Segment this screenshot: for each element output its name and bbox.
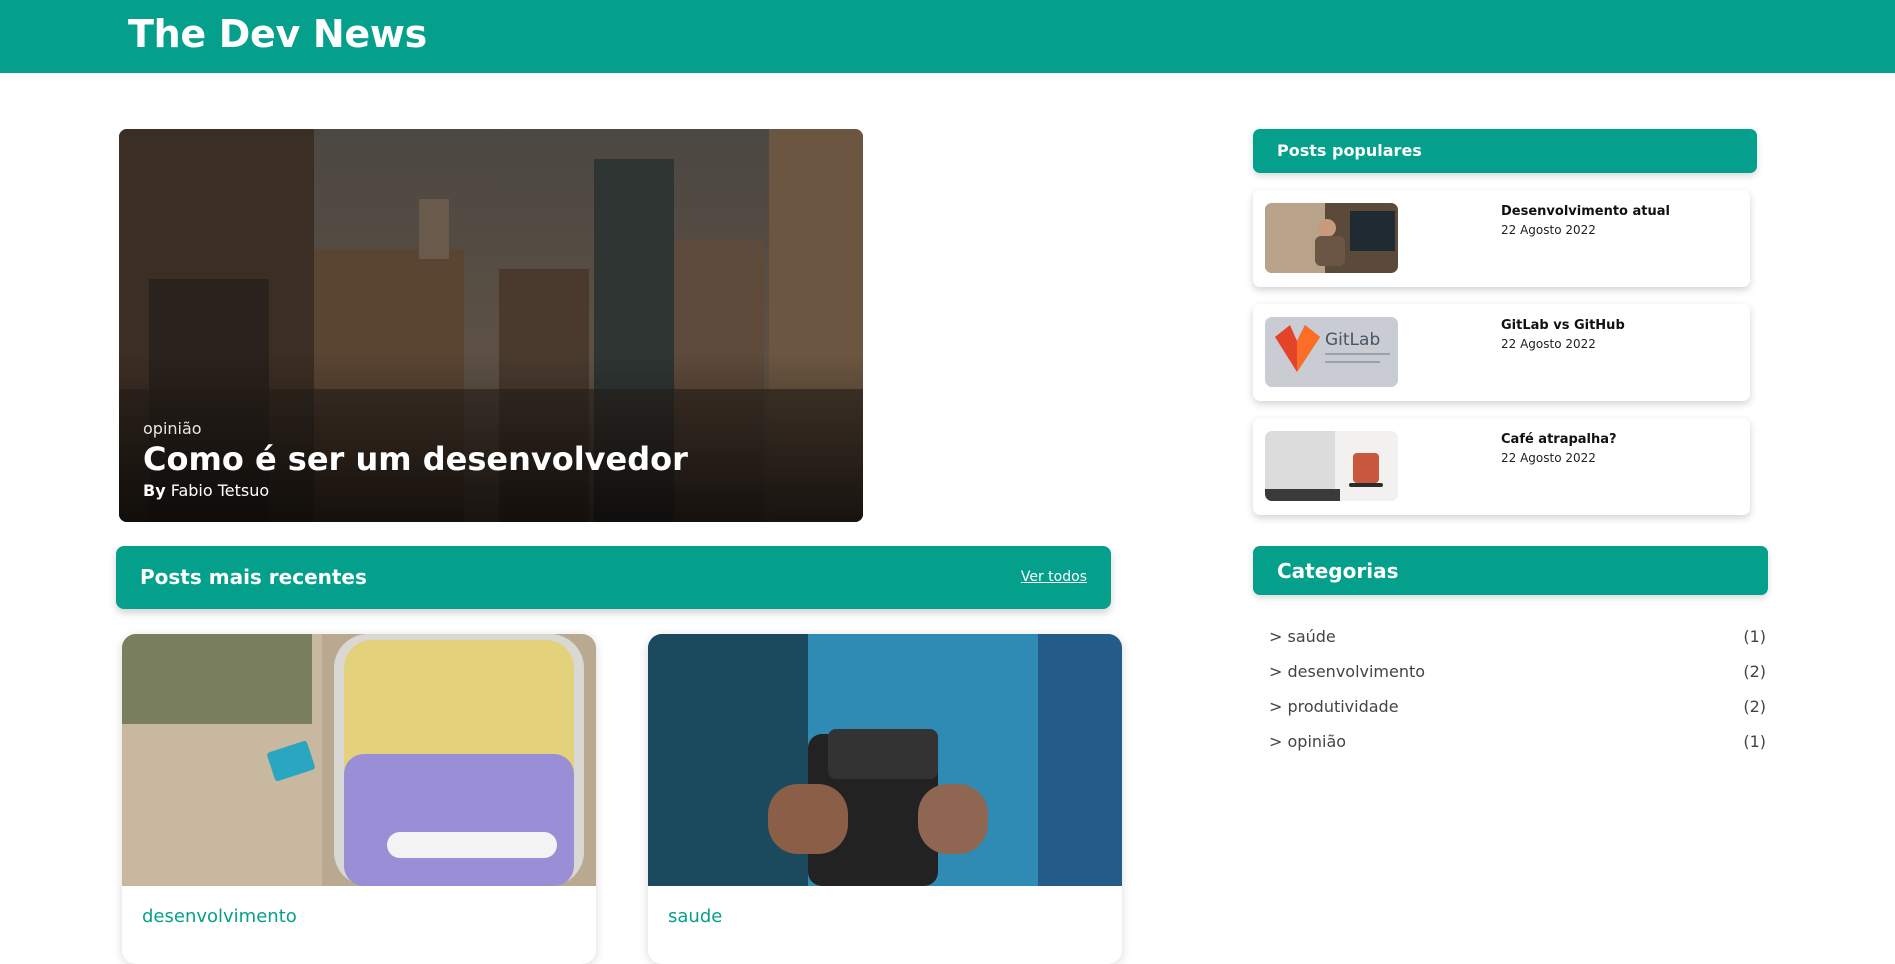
category-name: > saúde (1269, 627, 1336, 646)
categories-header: Categorias (1253, 546, 1768, 595)
post-card-category[interactable]: desenvolvimento (142, 906, 297, 927)
featured-post-title[interactable]: Como é ser um desenvolvedor (143, 440, 688, 478)
popular-post-thumbnail: GitLab (1265, 317, 1398, 387)
popular-post-title[interactable]: GitLab vs GitHub (1501, 318, 1625, 333)
popular-posts-header: Posts populares (1253, 129, 1757, 173)
post-card[interactable]: desenvolvimento (122, 634, 596, 964)
category-count: (2) (1743, 662, 1766, 681)
svg-text:GitLab: GitLab (1325, 330, 1380, 350)
author-name: Fabio Tetsuo (170, 481, 270, 500)
recent-posts-title: Posts mais recentes (140, 565, 367, 589)
popular-post-title[interactable]: Desenvolvimento atual (1501, 204, 1670, 219)
featured-post-category[interactable]: opinião (143, 419, 202, 438)
popular-posts-title: Posts populares (1277, 141, 1422, 160)
post-card-category[interactable]: saude (668, 906, 722, 927)
popular-post-date: 22 Agosto 2022 (1501, 337, 1596, 351)
categories-title: Categorias (1277, 559, 1399, 583)
category-link[interactable]: > saúde (1) (1269, 627, 1766, 649)
category-name: > desenvolvimento (1269, 662, 1426, 681)
popular-post-thumbnail (1265, 431, 1398, 501)
featured-post-author: By Fabio Tetsuo (143, 481, 269, 500)
popular-post-thumbnail (1265, 203, 1398, 273)
see-all-link[interactable]: Ver todos (1021, 569, 1087, 585)
popular-post-date: 22 Agosto 2022 (1501, 451, 1596, 465)
popular-post-item[interactable]: Desenvolvimento atual 22 Agosto 2022 (1253, 190, 1750, 287)
category-link[interactable]: > desenvolvimento (2) (1269, 662, 1766, 684)
popular-post-item[interactable]: GitLab GitLab vs GitHub 22 Agosto 2022 (1253, 304, 1750, 401)
site-logo[interactable]: The Dev News (128, 12, 427, 56)
category-count: (1) (1743, 627, 1766, 646)
popular-post-title[interactable]: Café atrapalha? (1501, 432, 1617, 447)
featured-post[interactable]: opinião Como é ser um desenvolvedor By F… (119, 129, 863, 522)
post-card-image (648, 634, 1122, 886)
post-card-image (122, 634, 596, 886)
category-count: (1) (1743, 732, 1766, 751)
category-name: > opinião (1269, 732, 1347, 751)
top-bar: The Dev News (0, 0, 1895, 73)
popular-post-item[interactable]: Café atrapalha? 22 Agosto 2022 (1253, 418, 1750, 515)
post-card[interactable]: saude (648, 634, 1122, 964)
category-name: > produtividade (1269, 697, 1399, 716)
popular-post-date: 22 Agosto 2022 (1501, 223, 1596, 237)
by-label: By (143, 481, 166, 500)
category-link[interactable]: > opinião (1) (1269, 732, 1766, 754)
category-link[interactable]: > produtividade (2) (1269, 697, 1766, 719)
category-count: (2) (1743, 697, 1766, 716)
recent-posts-header: Posts mais recentes Ver todos (116, 546, 1111, 609)
